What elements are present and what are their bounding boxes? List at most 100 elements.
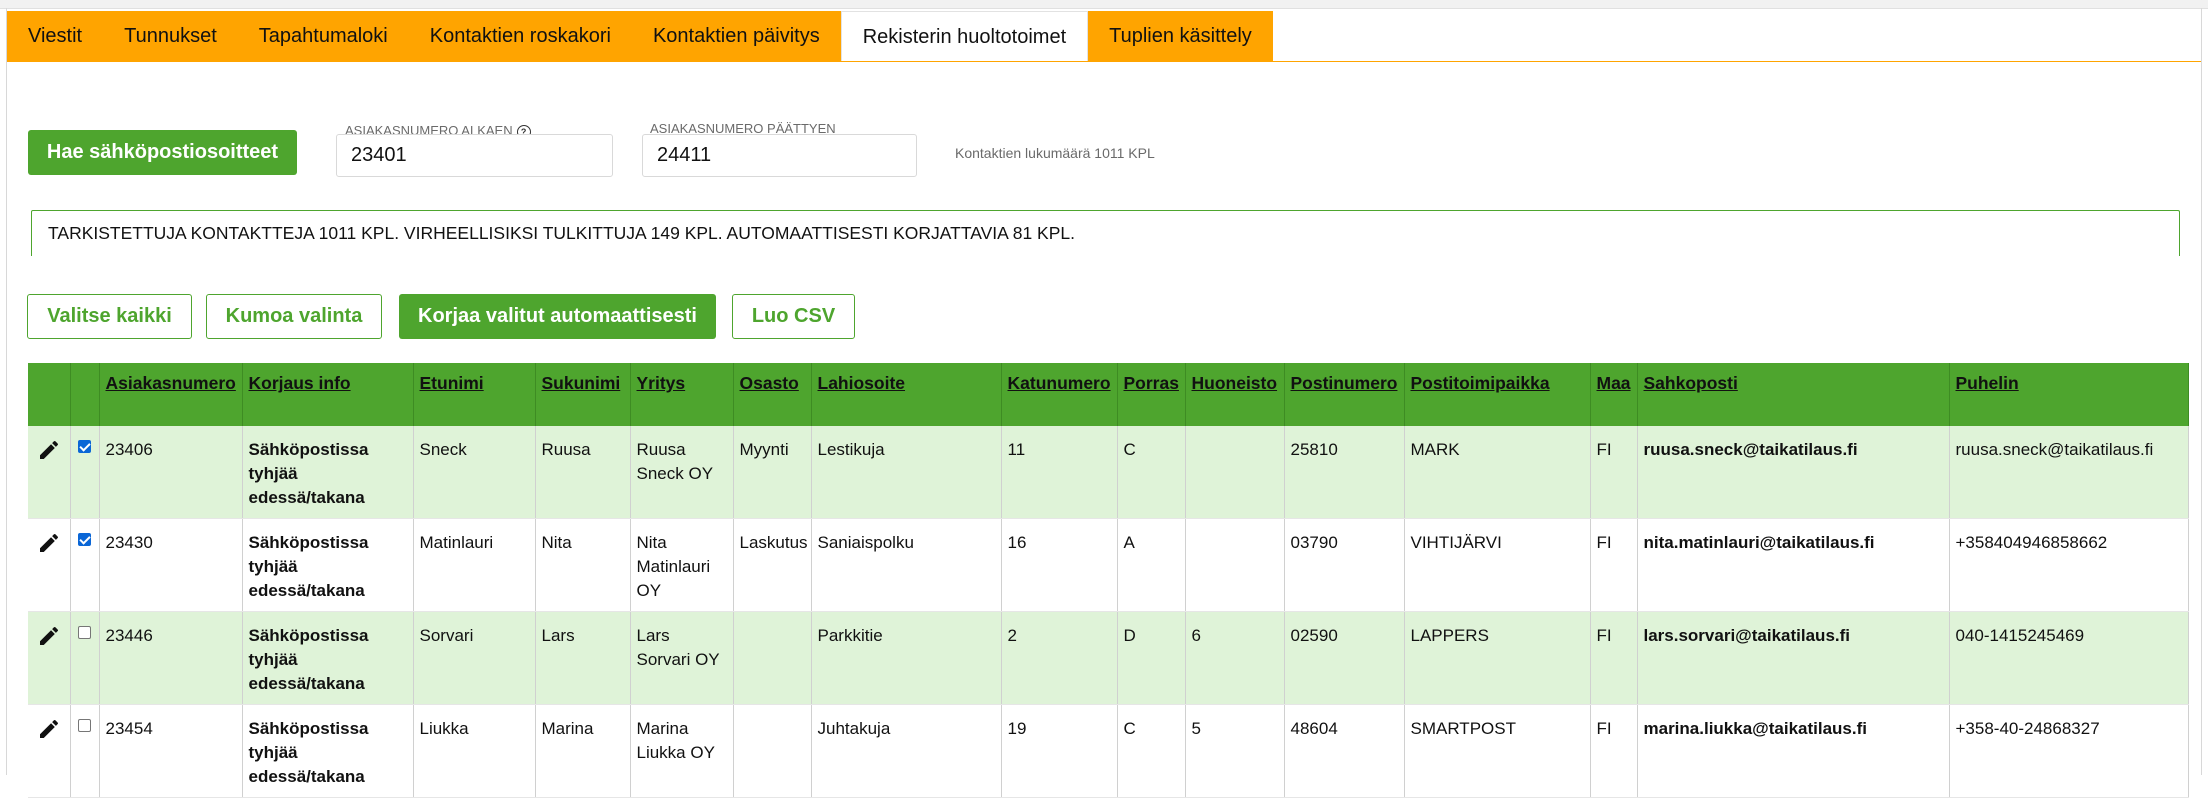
tab-rekisterin-huoltotoimet[interactable]: Rekisterin huoltotoimet (840, 11, 1089, 62)
row-select-checkbox[interactable] (78, 626, 91, 639)
cell-korjaus-info: Sähköpostissa tyhjää edessä/takana (242, 704, 414, 798)
tab-underline (7, 61, 2201, 62)
table-row: 23446 Sähköpostissa tyhjää edessä/takana S… (28, 611, 2189, 705)
fetch-emails-button[interactable]: Hae sähköpostiosoitteet (28, 130, 297, 175)
cell-etunimi: Liukka (413, 704, 536, 798)
cell-porras: C (1117, 426, 1186, 519)
select-cell (70, 426, 100, 519)
cell-yritys: Lars Sorvari OY (630, 611, 734, 705)
cell-etunimi: Sneck (413, 426, 536, 519)
tab-viestit[interactable]: Viestit (7, 11, 104, 62)
cell-lahiosoite: Lestikuja (811, 426, 1002, 519)
cell-puhelin: ruusa.sneck@taikatilaus.fi (1949, 426, 2189, 519)
tab-tuplien-kasittely[interactable]: Tuplien käsittely (1088, 11, 1273, 62)
select-all-button[interactable]: Valitse kaikki (27, 294, 192, 339)
cell-sahkoposti: lars.sorvari@taikatilaus.fi (1637, 611, 1950, 705)
cell-maa: FI (1590, 426, 1638, 519)
cell-huoneisto: 5 (1185, 704, 1285, 798)
cell-etunimi: Sorvari (413, 611, 536, 705)
table-row: 23430 Sähköpostissa tyhjää edessä/takana M… (28, 518, 2189, 612)
col-huoneisto[interactable]: Huoneisto (1185, 363, 1285, 426)
select-cell (70, 704, 100, 798)
col-sahkoposti[interactable]: Sahkoposti (1637, 363, 1950, 426)
customer-number-end-input[interactable]: 24411 (642, 134, 917, 177)
cell-asiakasnumero: 23454 (99, 704, 243, 798)
cell-puhelin: +358404946858662 (1949, 518, 2189, 612)
table-row: 23406 Sähköpostissa tyhjää edessä/takana S… (28, 426, 2189, 519)
tab-kontaktien-paivitys[interactable]: Kontaktien päivitys (631, 11, 841, 62)
cell-postitoimipaikka: VIHTIJÄRVI (1404, 518, 1591, 612)
col-lahiosoite[interactable]: Lahiosoite (811, 363, 1002, 426)
cell-yritys: Ruusa Sneck OY (630, 426, 734, 519)
cell-katunumero: 19 (1001, 704, 1118, 798)
cell-osasto: Myynti (733, 426, 812, 519)
table-row: 23454 Sähköpostissa tyhjää edessä/takana L… (28, 704, 2189, 798)
cell-sukunimi: Nita (535, 518, 631, 612)
cell-postinumero: 03790 (1284, 518, 1405, 612)
cell-huoneisto (1185, 426, 1285, 519)
cell-katunumero: 2 (1001, 611, 1118, 705)
cell-yritys: Nita Matinlauri OY (630, 518, 734, 612)
customer-number-start-input[interactable]: 23401 (336, 134, 613, 177)
edit-pencil-icon[interactable] (37, 440, 61, 466)
col-yritys[interactable]: Yritys (630, 363, 734, 426)
cell-sukunimi: Lars (535, 611, 631, 705)
row-select-checkbox[interactable] (78, 533, 91, 546)
check-summary-text: TARKISTETTUJA KONTAKTTEJA 1011 KPL. VIRH… (48, 223, 1075, 243)
cell-asiakasnumero: 23406 (99, 426, 243, 519)
edit-cell (28, 426, 71, 519)
col-maa[interactable]: Maa (1590, 363, 1638, 426)
edit-pencil-icon[interactable] (37, 533, 61, 559)
cell-asiakasnumero: 23446 (99, 611, 243, 705)
cell-postinumero: 48604 (1284, 704, 1405, 798)
col-etunimi[interactable]: Etunimi (413, 363, 536, 426)
cell-puhelin: 040-1415245469 (1949, 611, 2189, 705)
cell-porras: D (1117, 611, 1186, 705)
cell-katunumero: 16 (1001, 518, 1118, 612)
cell-yritys: Marina Liukka OY (630, 704, 734, 798)
cell-osasto (733, 704, 812, 798)
select-cell (70, 611, 100, 705)
edit-cell (28, 704, 71, 798)
col-korjaus-info[interactable]: Korjaus info (242, 363, 414, 426)
tab-bar: Viestit Tunnukset Tapahtumaloki Kontakti… (7, 11, 1273, 62)
tab-tunnukset[interactable]: Tunnukset (103, 11, 238, 62)
cell-korjaus-info: Sähköpostissa tyhjää edessä/takana (242, 611, 414, 705)
contacts-table: Asiakasnumero Korjaus info Etunimi Sukun… (28, 363, 2189, 798)
cell-lahiosoite: Saniaispolku (811, 518, 1002, 612)
col-osasto[interactable]: Osasto (733, 363, 812, 426)
edit-pencil-icon[interactable] (37, 719, 61, 745)
cell-huoneisto: 6 (1185, 611, 1285, 705)
cell-korjaus-info: Sähköpostissa tyhjää edessä/takana (242, 518, 414, 612)
undo-selection-button[interactable]: Kumoa valinta (206, 294, 382, 339)
edit-pencil-icon[interactable] (37, 626, 61, 652)
col-select (70, 363, 100, 426)
col-edit (28, 363, 71, 426)
tab-tapahtumaloki[interactable]: Tapahtumaloki (237, 11, 409, 62)
cell-porras: A (1117, 518, 1186, 612)
cell-maa: FI (1590, 704, 1638, 798)
cell-postinumero: 02590 (1284, 611, 1405, 705)
cell-sukunimi: Ruusa (535, 426, 631, 519)
row-select-checkbox[interactable] (78, 719, 91, 732)
cell-sahkoposti: marina.liukka@taikatilaus.fi (1637, 704, 1950, 798)
col-sukunimi[interactable]: Sukunimi (535, 363, 631, 426)
cell-postitoimipaikka: SMARTPOST (1404, 704, 1591, 798)
cell-maa: FI (1590, 518, 1638, 612)
row-select-checkbox[interactable] (78, 440, 91, 453)
col-postitoimipaikka[interactable]: Postitoimipaikka (1404, 363, 1591, 426)
cell-postinumero: 25810 (1284, 426, 1405, 519)
create-csv-button[interactable]: Luo CSV (732, 294, 855, 339)
col-postinumero[interactable]: Postinumero (1284, 363, 1405, 426)
contact-count-label: Kontaktien lukumäärä 1011 KPL (955, 145, 1155, 161)
fix-selected-automatically-button[interactable]: Korjaa valitut automaattisesti (399, 294, 716, 339)
tab-kontaktien-roskakori[interactable]: Kontaktien roskakori (408, 11, 632, 62)
col-porras[interactable]: Porras (1117, 363, 1186, 426)
col-puhelin[interactable]: Puhelin (1949, 363, 2189, 426)
cell-huoneisto (1185, 518, 1285, 612)
cell-postitoimipaikka: MARK (1404, 426, 1591, 519)
cell-osasto: Laskutus (733, 518, 812, 612)
col-asiakasnumero[interactable]: Asiakasnumero (99, 363, 243, 426)
cell-lahiosoite: Juhtakuja (811, 704, 1002, 798)
col-katunumero[interactable]: Katunumero (1001, 363, 1118, 426)
